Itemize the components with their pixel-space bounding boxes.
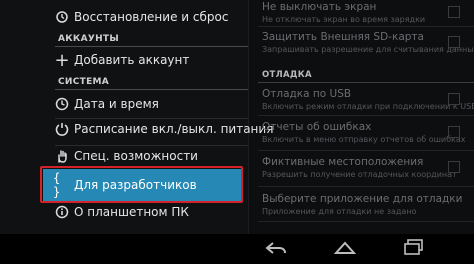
power-clock-icon xyxy=(53,120,71,138)
system-navigation-bar xyxy=(0,234,474,264)
setting-divider xyxy=(258,115,474,116)
menu-item-about-tablet[interactable]: О планшетном ПК xyxy=(0,197,248,227)
setting-stay-awake[interactable]: Не выключать экран Не отключать экран во… xyxy=(262,1,472,24)
protect-sd-checkbox[interactable] xyxy=(448,36,460,48)
setting-divider xyxy=(258,26,474,27)
setting-protect-sd[interactable]: Защитить Внешняя SD-карта Запрашивать ра… xyxy=(262,31,474,54)
setting-debug-app[interactable]: Выберите приложение для отладки Приложен… xyxy=(262,193,472,216)
menu-item-label: Дата и время xyxy=(74,97,159,111)
setting-summary: Приложение для отладки не задано xyxy=(262,207,417,216)
setting-divider xyxy=(258,186,474,187)
home-button[interactable] xyxy=(325,234,365,264)
section-header-accounts: АККАУНТЫ xyxy=(58,34,119,44)
setting-title: Не выключать экран xyxy=(262,1,377,13)
section-header-debugging: ОТЛАДКА xyxy=(262,70,312,80)
setting-divider xyxy=(258,150,474,151)
setting-summary: Включить в меню отправку отчетов об ошиб… xyxy=(262,135,466,144)
stay-awake-checkbox[interactable] xyxy=(448,6,460,18)
menu-item-label: Спец. возможности xyxy=(74,149,198,163)
setting-summary: Разрешить получение отладочных координат xyxy=(262,170,457,179)
info-icon xyxy=(53,203,71,221)
menu-item-add-account[interactable]: + Добавить аккаунт xyxy=(0,45,248,75)
section-header-system: СИСТЕМА xyxy=(58,77,110,87)
recent-apps-button[interactable] xyxy=(394,234,434,264)
setting-title: Защитить Внешняя SD-карта xyxy=(262,31,424,43)
setting-title: Выберите приложение для отладки xyxy=(262,193,463,205)
usb-debugging-checkbox[interactable] xyxy=(448,93,460,105)
back-button[interactable] xyxy=(256,234,296,264)
menu-item-restore-reset[interactable]: Восстановление и сброс xyxy=(0,2,248,32)
setting-divider xyxy=(258,221,474,222)
menu-item-label: Расписание вкл./выкл. питания xyxy=(74,122,274,136)
setting-summary: Не отключать экран во время зарядки xyxy=(262,15,426,24)
back-arrow-icon xyxy=(264,240,288,259)
menu-item-label: Добавить аккаунт xyxy=(74,53,190,67)
setting-bug-reports[interactable]: Отчеты об ошибках Включить в меню отправ… xyxy=(262,121,472,144)
setting-title: Отчеты об ошибках xyxy=(262,121,372,133)
recent-apps-icon xyxy=(403,239,425,259)
plus-icon: + xyxy=(54,49,70,71)
setting-mock-locations[interactable]: Фиктивные местоположения Разрешить получ… xyxy=(262,156,472,179)
setting-title: Фиктивные местоположения xyxy=(262,156,424,168)
mock-locations-checkbox[interactable] xyxy=(448,161,460,173)
setting-summary: Запрашивать разрешение для считывания да… xyxy=(262,45,474,54)
section-divider xyxy=(258,82,474,83)
clock-icon xyxy=(53,95,71,113)
menu-item-power-schedule[interactable]: Расписание вкл./выкл. питания xyxy=(0,114,273,144)
restore-icon xyxy=(53,8,71,26)
menu-item-label: О планшетном ПК xyxy=(74,205,189,219)
setting-summary: Включить режим отладки при подключении к… xyxy=(262,102,474,111)
menu-item-label: Восстановление и сброс xyxy=(74,10,229,24)
setting-usb-debugging[interactable]: Отладка по USB Включить режим отладки пр… xyxy=(262,88,474,111)
bug-reports-checkbox[interactable] xyxy=(448,126,460,138)
setting-title: Отладка по USB xyxy=(262,88,352,100)
hand-icon xyxy=(53,147,71,165)
home-icon xyxy=(333,239,357,259)
